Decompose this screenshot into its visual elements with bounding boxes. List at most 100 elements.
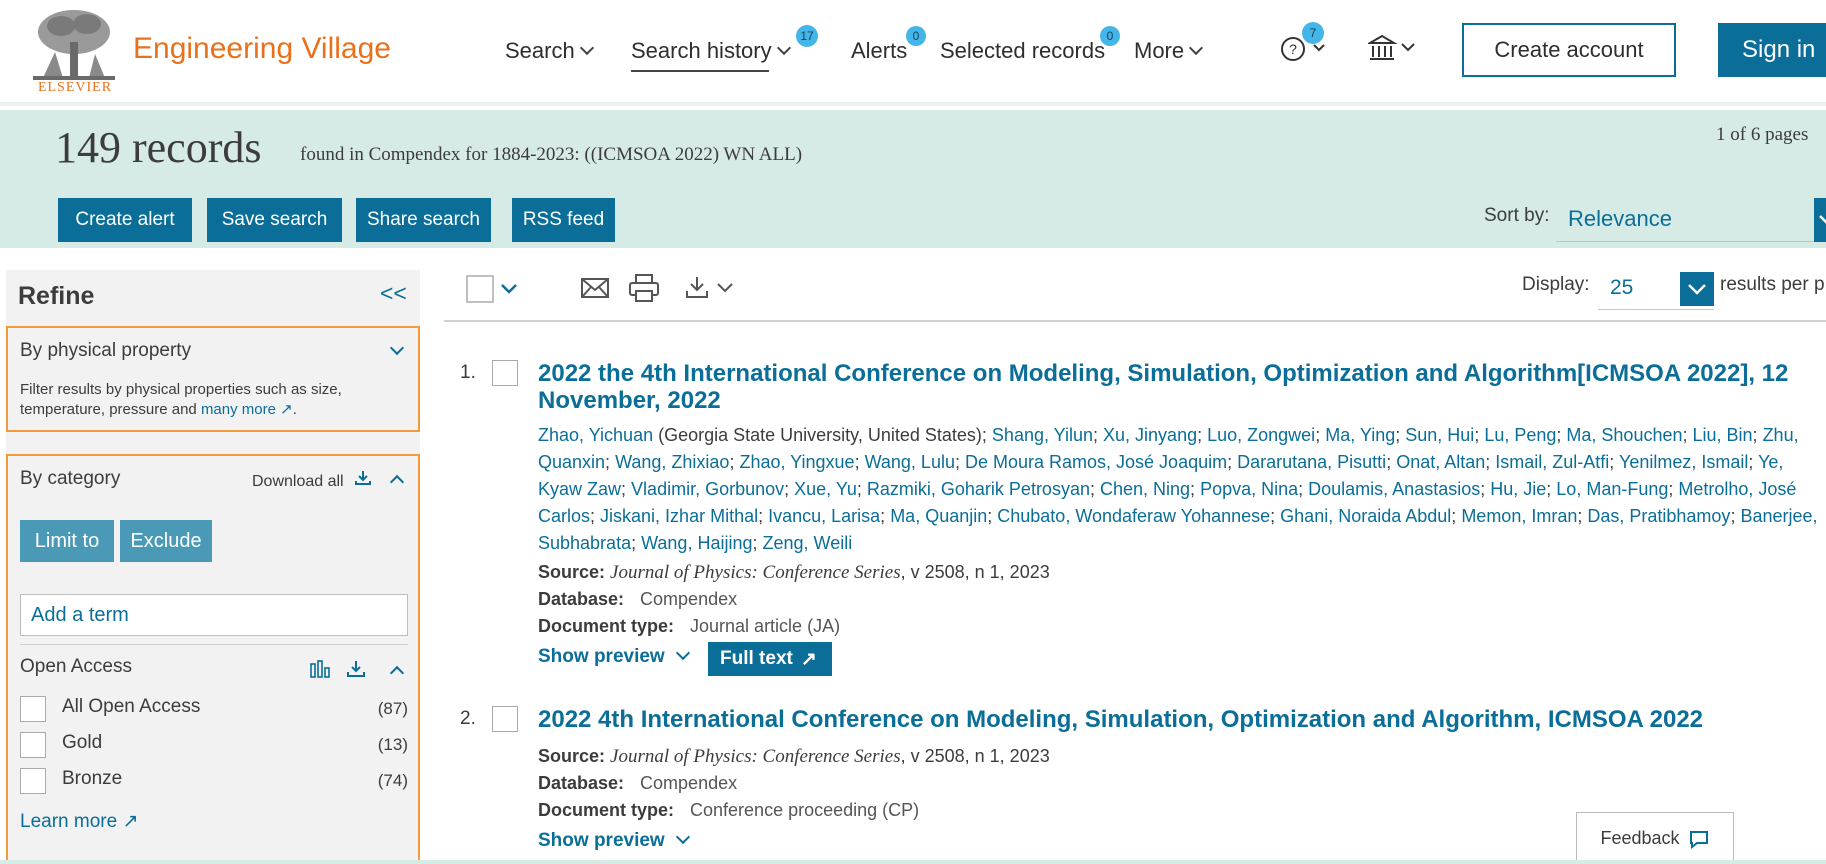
author-link[interactable]: Chubato, Wondaferaw Yohannese [997,506,1270,526]
author-link[interactable]: Zhao, Yichuan [538,425,653,445]
result-number: 2. [460,708,476,729]
print-button[interactable] [628,272,660,309]
nav-selected-records[interactable]: Selected records [940,38,1105,64]
source-detail: , v 2508, n 1, 2023 [900,562,1050,582]
many-more-link[interactable]: many more [201,401,276,418]
open-access-checkbox-gold[interactable] [20,732,46,758]
author-link[interactable]: Lu, Peng [1484,425,1556,445]
help-badge: 7 [1302,22,1324,44]
nav-alerts[interactable]: Alerts [851,38,907,64]
download-menu-button[interactable] [684,274,740,307]
result-checkbox[interactable] [492,706,518,732]
results-per-page-arrow[interactable] [1680,272,1714,306]
sign-in-button[interactable]: Sign in [1718,23,1826,77]
author-link[interactable]: Lo, Man-Fung [1556,479,1668,499]
result-number: 1. [460,362,476,383]
author-link[interactable]: Shang, Yilun [992,425,1093,445]
print-icon [629,274,659,302]
source-label: Source: [538,746,606,766]
open-access-label-gold: Gold [62,732,103,753]
nav-search-history[interactable]: Search history [631,38,791,64]
full-text-button[interactable]: Full text ↗ [708,642,832,676]
learn-more-link[interactable]: Learn more ↗ [20,810,138,833]
author-link[interactable]: Wang, Haijing [641,533,752,553]
elsevier-tree-logo-icon[interactable] [33,8,115,80]
result-checkbox[interactable] [492,360,518,386]
add-term-input[interactable] [20,594,408,636]
author-link[interactable]: Ma, Shouchen [1566,425,1682,445]
limit-to-button[interactable]: Limit to [20,520,114,562]
physical-property-title[interactable]: By physical property [20,340,191,362]
result-title-link[interactable]: 2022 4th International Conference on Mod… [538,706,1826,733]
exclude-button[interactable]: Exclude [120,520,212,562]
author-link[interactable]: Sun, Hui [1405,425,1474,445]
brand-title[interactable]: Engineering Village [133,32,391,66]
author-link[interactable]: Jiskani, Izhar Mithal [600,506,758,526]
author-link[interactable]: Hu, Jie [1490,479,1546,499]
author-link[interactable]: Ghani, Noraida Abdul [1280,506,1451,526]
author-link[interactable]: Ismail, Zul-Atfi [1495,452,1609,472]
author-link[interactable]: Ivancu, Larisa [768,506,880,526]
nav-search[interactable]: Search [505,38,594,64]
author-separator: ; [1480,479,1491,499]
chevron-down-icon[interactable] [389,340,405,356]
feedback-button[interactable]: Feedback [1576,812,1734,864]
author-link[interactable]: Razmiki, Goharik Petrosyan [867,479,1090,499]
download-all-button[interactable]: Download all [252,470,372,491]
author-separator: ; [880,506,891,526]
author-link[interactable]: Vladimir, Gorbunov [631,479,784,499]
sort-dropdown-arrow[interactable] [1814,198,1826,242]
author-link[interactable]: Onat, Altan [1396,452,1485,472]
author-separator: ; [1474,425,1485,445]
chevron-up-icon[interactable] [389,665,405,681]
author-link[interactable]: Memon, Imran [1461,506,1577,526]
author-link[interactable]: Popva, Nina [1200,479,1298,499]
author-link[interactable]: Wang, Zhixiao [615,452,729,472]
author-link[interactable]: Doulamis, Anastasios [1308,479,1480,499]
doctype-value: Conference proceeding (CP) [690,800,920,820]
author-link[interactable]: De Moura Ramos, José Joaquim [965,452,1227,472]
share-search-button[interactable]: Share search [356,198,491,242]
email-button[interactable] [580,274,610,307]
show-preview-button[interactable]: Show preview [538,645,691,668]
nav-more[interactable]: More [1134,38,1204,64]
author-separator: ; [1089,479,1100,499]
author-link[interactable]: Xu, Jinyang [1103,425,1197,445]
author-separator: ; [1752,425,1763,445]
author-link[interactable]: Chen, Ning [1100,479,1190,499]
chevron-up-icon[interactable] [389,474,405,490]
rss-feed-button[interactable]: RSS feed [512,198,615,242]
author-link[interactable]: Yenilmez, Ismail [1619,452,1748,472]
show-preview-button[interactable]: Show preview [538,829,691,852]
author-link[interactable]: Zeng, Weili [763,533,853,553]
bar-chart-icon[interactable] [310,660,332,678]
download-icon[interactable] [346,660,366,678]
create-alert-button[interactable]: Create alert [58,198,192,242]
collapse-sidebar-button[interactable]: << [380,280,407,307]
source-journal: Journal of Physics: Conference Series [610,562,901,583]
author-link[interactable]: Wang, Lulu [865,452,955,472]
source-journal: Journal of Physics: Conference Series [610,746,901,767]
result-title-link[interactable]: 2022 the 4th International Conference on… [538,360,1826,414]
open-access-checkbox-bronze[interactable] [20,768,46,794]
select-all-control[interactable] [466,274,524,309]
save-search-button[interactable]: Save search [207,198,342,242]
author-link[interactable]: Liu, Bin [1693,425,1753,445]
category-title: By category [20,468,121,489]
author-separator: ; [1093,425,1104,445]
nav-alerts-label: Alerts [851,38,908,63]
open-access-checkbox-all[interactable] [20,696,46,722]
author-link[interactable]: Zhao, Yingxue [739,452,854,472]
author-link[interactable]: Ma, Ying [1325,425,1395,445]
author-link[interactable]: Ma, Quanjin [890,506,987,526]
author-link[interactable]: Dararutana, Pisutti [1237,452,1386,472]
author-link[interactable]: Luo, Zongwei [1207,425,1315,445]
sort-select[interactable]: Relevance [1556,198,1826,242]
select-all-checkbox-icon [466,275,517,303]
create-account-button[interactable]: Create account [1462,23,1676,77]
author-link[interactable]: Das, Pratibhamoy [1587,506,1730,526]
author-link[interactable]: Xue, Yu [794,479,857,499]
open-access-count-all: (87) [377,699,408,718]
institution-menu-button[interactable] [1366,33,1420,68]
result-database: Database: Compendex [538,589,737,610]
